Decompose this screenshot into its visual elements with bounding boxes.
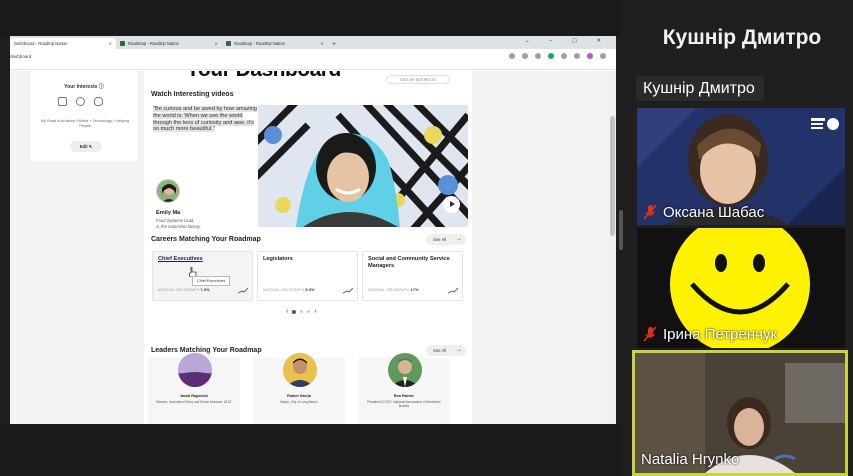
career-title[interactable]: Chief Executives	[158, 256, 250, 263]
career-card-social-community[interactable]: Social and Community Service Managers NA…	[362, 251, 463, 301]
meeting-window: Dashboard - Roadtrip Nation ✕ Roadmap - …	[0, 0, 853, 476]
tab-label: Dashboard - Roadtrip Nation	[14, 41, 68, 46]
participant-tile[interactable]: Оксана Шабас	[637, 108, 845, 225]
menu-icon[interactable]	[600, 53, 606, 59]
video-thumbnail[interactable]	[258, 105, 468, 227]
close-icon[interactable]: ✕	[108, 41, 112, 46]
new-tab-button[interactable]: +	[328, 41, 341, 49]
trend-up-icon	[343, 288, 353, 294]
mic-muted-icon	[643, 204, 657, 220]
leader-role: Director, Innovation Policy and Social I…	[156, 400, 232, 404]
career-growth: NATIONAL JOB GROWTH 5.3%	[263, 287, 315, 292]
pager-dot[interactable]	[300, 310, 304, 313]
see-all-careers-button[interactable]: See All	[426, 234, 466, 245]
active-speaker-name: Кушнір Дмитро	[662, 26, 822, 49]
career-growth: NATIONAL JOB GROWTH 7.3%	[158, 287, 210, 292]
person-icon	[162, 184, 176, 202]
pager-dot[interactable]	[307, 310, 311, 313]
leader-role: Mayor, City of Long Beach	[280, 400, 318, 404]
active-speaker-label: Кушнір Дмитро	[636, 76, 764, 101]
star-icon[interactable]	[535, 53, 541, 59]
career-growth: NATIONAL JOB GROWTH 17%	[368, 287, 419, 292]
profile-avatar[interactable]	[587, 53, 593, 59]
page-title: Your Dashboard	[186, 71, 341, 82]
tab-roadmap-2[interactable]: Roadmap - Roadtrip Nation ✕	[222, 38, 328, 49]
edit-interests-button[interactable]: Edit ✎	[70, 141, 102, 152]
interests-card: Your Interests ⓘ My Road is all about Po…	[30, 71, 138, 161]
leader-role: President & CEO, National Association of…	[367, 400, 441, 409]
trend-up-icon	[448, 288, 458, 294]
leaders-heading: Leaders Matching Your Roadmap	[151, 347, 262, 354]
avatar	[283, 353, 317, 387]
chevron-left-icon[interactable]: ‹	[286, 308, 288, 315]
participant-name: Оксана Шабас	[663, 204, 765, 221]
leader-name: Jacob Rapoviels	[179, 394, 209, 398]
speaker-name: Emily Ma	[156, 210, 181, 216]
address-bar: dashboard Supplemental f... Sign in to y…	[10, 49, 616, 80]
tooltip: Chief Executives	[192, 276, 231, 286]
puzzle-icon[interactable]	[561, 53, 567, 59]
career-title[interactable]: Social and Community Service Managers	[368, 256, 460, 270]
tab-strip: Dashboard - Roadtrip Nation ✕ Roadmap - …	[10, 36, 616, 49]
extension-icon[interactable]	[548, 53, 554, 59]
careers-heading: Careers Matching Your Roadmap	[151, 236, 261, 243]
toolbar-icons	[509, 53, 606, 59]
carousel-pager: ‹ ›	[286, 308, 317, 315]
interests-title: Your Interests ⓘ	[64, 84, 104, 90]
see-all-leaders-button[interactable]: See All	[426, 345, 466, 356]
tab-roadmap[interactable]: Roadmap - Roadtrip Nation ✕	[116, 38, 222, 49]
building-icon	[58, 97, 67, 106]
mic-muted-icon	[643, 326, 657, 342]
leader-card[interactable]: Jacob Rapoviels Director, Innovation Pol…	[148, 353, 240, 424]
tab-label: Roadmap - Roadtrip Nation	[234, 41, 285, 46]
hexagon-icon	[94, 97, 103, 106]
shared-screen-bottom-bar	[0, 424, 620, 476]
edit-my-interests-button[interactable]: EDIT MY INTERESTS	[386, 75, 450, 84]
participant-tile-speaking[interactable]: Natalia Hrynko	[632, 350, 848, 476]
leader-card[interactable]: Ron Painter President & CEO, National As…	[358, 353, 450, 424]
trend-up-icon	[238, 288, 248, 294]
shared-browser-window: Dashboard - Roadtrip Nation ✕ Roadmap - …	[10, 36, 616, 424]
gear-icon	[76, 97, 85, 106]
person-photo	[388, 353, 422, 387]
scroll-thumb[interactable]	[610, 116, 615, 236]
roadtrip-favicon-icon	[120, 41, 125, 46]
participant-name: Ірина Петренчук	[663, 326, 778, 343]
search-icon[interactable]	[509, 53, 515, 59]
close-icon[interactable]: ✕	[320, 41, 324, 46]
speaker-role: Food Systems Lead, X, the moonshot facto…	[156, 218, 201, 229]
leader-name: Ron Painter	[393, 394, 415, 398]
interest-icons	[58, 97, 103, 106]
play-button[interactable]	[443, 196, 460, 213]
participant-tile[interactable]: Ірина Петренчук	[637, 228, 845, 348]
channel-logo-icon	[811, 118, 839, 130]
landscape-photo	[178, 353, 212, 387]
scrollbar[interactable]	[608, 71, 616, 424]
person-photo	[283, 353, 317, 387]
avatar	[156, 179, 180, 203]
pager-dot[interactable]	[292, 309, 297, 314]
career-card-legislators[interactable]: Legislators NATIONAL JOB GROWTH 5.3%	[257, 251, 358, 301]
share-icon[interactable]	[522, 53, 528, 59]
avatar	[388, 353, 422, 387]
roadtrip-favicon-icon	[226, 41, 231, 46]
sidebar-icon[interactable]	[574, 53, 580, 59]
video-quote: "Be curious and be awed by how amazing t…	[153, 106, 257, 133]
close-icon[interactable]: ✕	[214, 41, 218, 46]
window-controls[interactable]: ⌄ – ▢ ✕	[525, 38, 610, 44]
shared-screen-top-bar	[0, 0, 620, 36]
tab-label: Roadmap - Roadtrip Nation	[128, 41, 179, 46]
panel-resize-handle[interactable]	[619, 210, 623, 250]
interests-description: My Road is all about Politics + Technolo…	[40, 119, 130, 128]
leader-name: Robert Garcia	[287, 394, 311, 398]
participant-name: Natalia Hrynko	[641, 451, 740, 468]
videos-heading: Watch Interesting videos	[151, 91, 234, 98]
tab-dashboard[interactable]: Dashboard - Roadtrip Nation ✕	[10, 38, 116, 49]
video-still-image	[258, 105, 468, 227]
url-field[interactable]: dashboard	[10, 54, 31, 59]
chevron-right-icon[interactable]: ›	[314, 308, 316, 315]
avatar	[178, 353, 212, 387]
career-title[interactable]: Legislators	[263, 256, 355, 263]
leader-card[interactable]: Robert Garcia Mayor, City of Long Beach	[253, 353, 345, 424]
